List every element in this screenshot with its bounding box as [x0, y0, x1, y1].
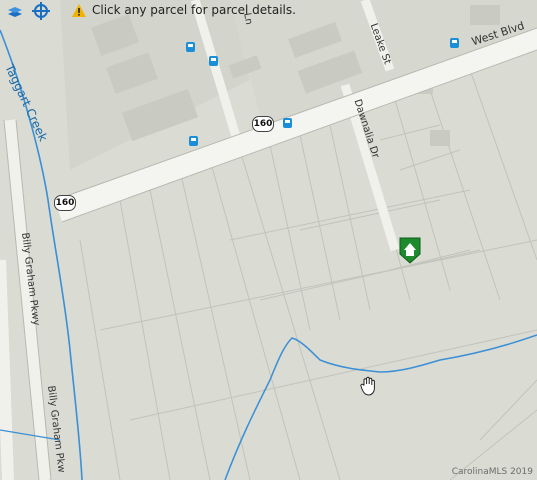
- hwy-160-shield: 160: [252, 116, 274, 132]
- copyright-text: CarolinaMLS 2019: [451, 467, 533, 477]
- hwy-160-shield-west: 160: [54, 195, 76, 211]
- map-toolbar: [6, 0, 50, 22]
- crosshair-icon[interactable]: [32, 2, 50, 20]
- parcel-notice-text: Click any parcel for parcel details.: [92, 3, 296, 17]
- hand-cursor-icon: [360, 376, 375, 396]
- ln-label: Ln: [241, 12, 255, 26]
- home-listing-pin-icon[interactable]: [398, 236, 422, 264]
- parcel-notice: Click any parcel for parcel details.: [72, 3, 296, 17]
- bus-stop-icon[interactable]: [209, 56, 218, 66]
- warning-icon: [72, 3, 86, 17]
- map-canvas[interactable]: [0, 0, 537, 480]
- bus-stop-icon[interactable]: [450, 38, 459, 48]
- bus-stop-icon[interactable]: [186, 42, 195, 52]
- layers-icon[interactable]: [6, 2, 24, 20]
- bus-stop-icon[interactable]: [283, 118, 292, 128]
- bus-stop-icon[interactable]: [189, 136, 198, 146]
